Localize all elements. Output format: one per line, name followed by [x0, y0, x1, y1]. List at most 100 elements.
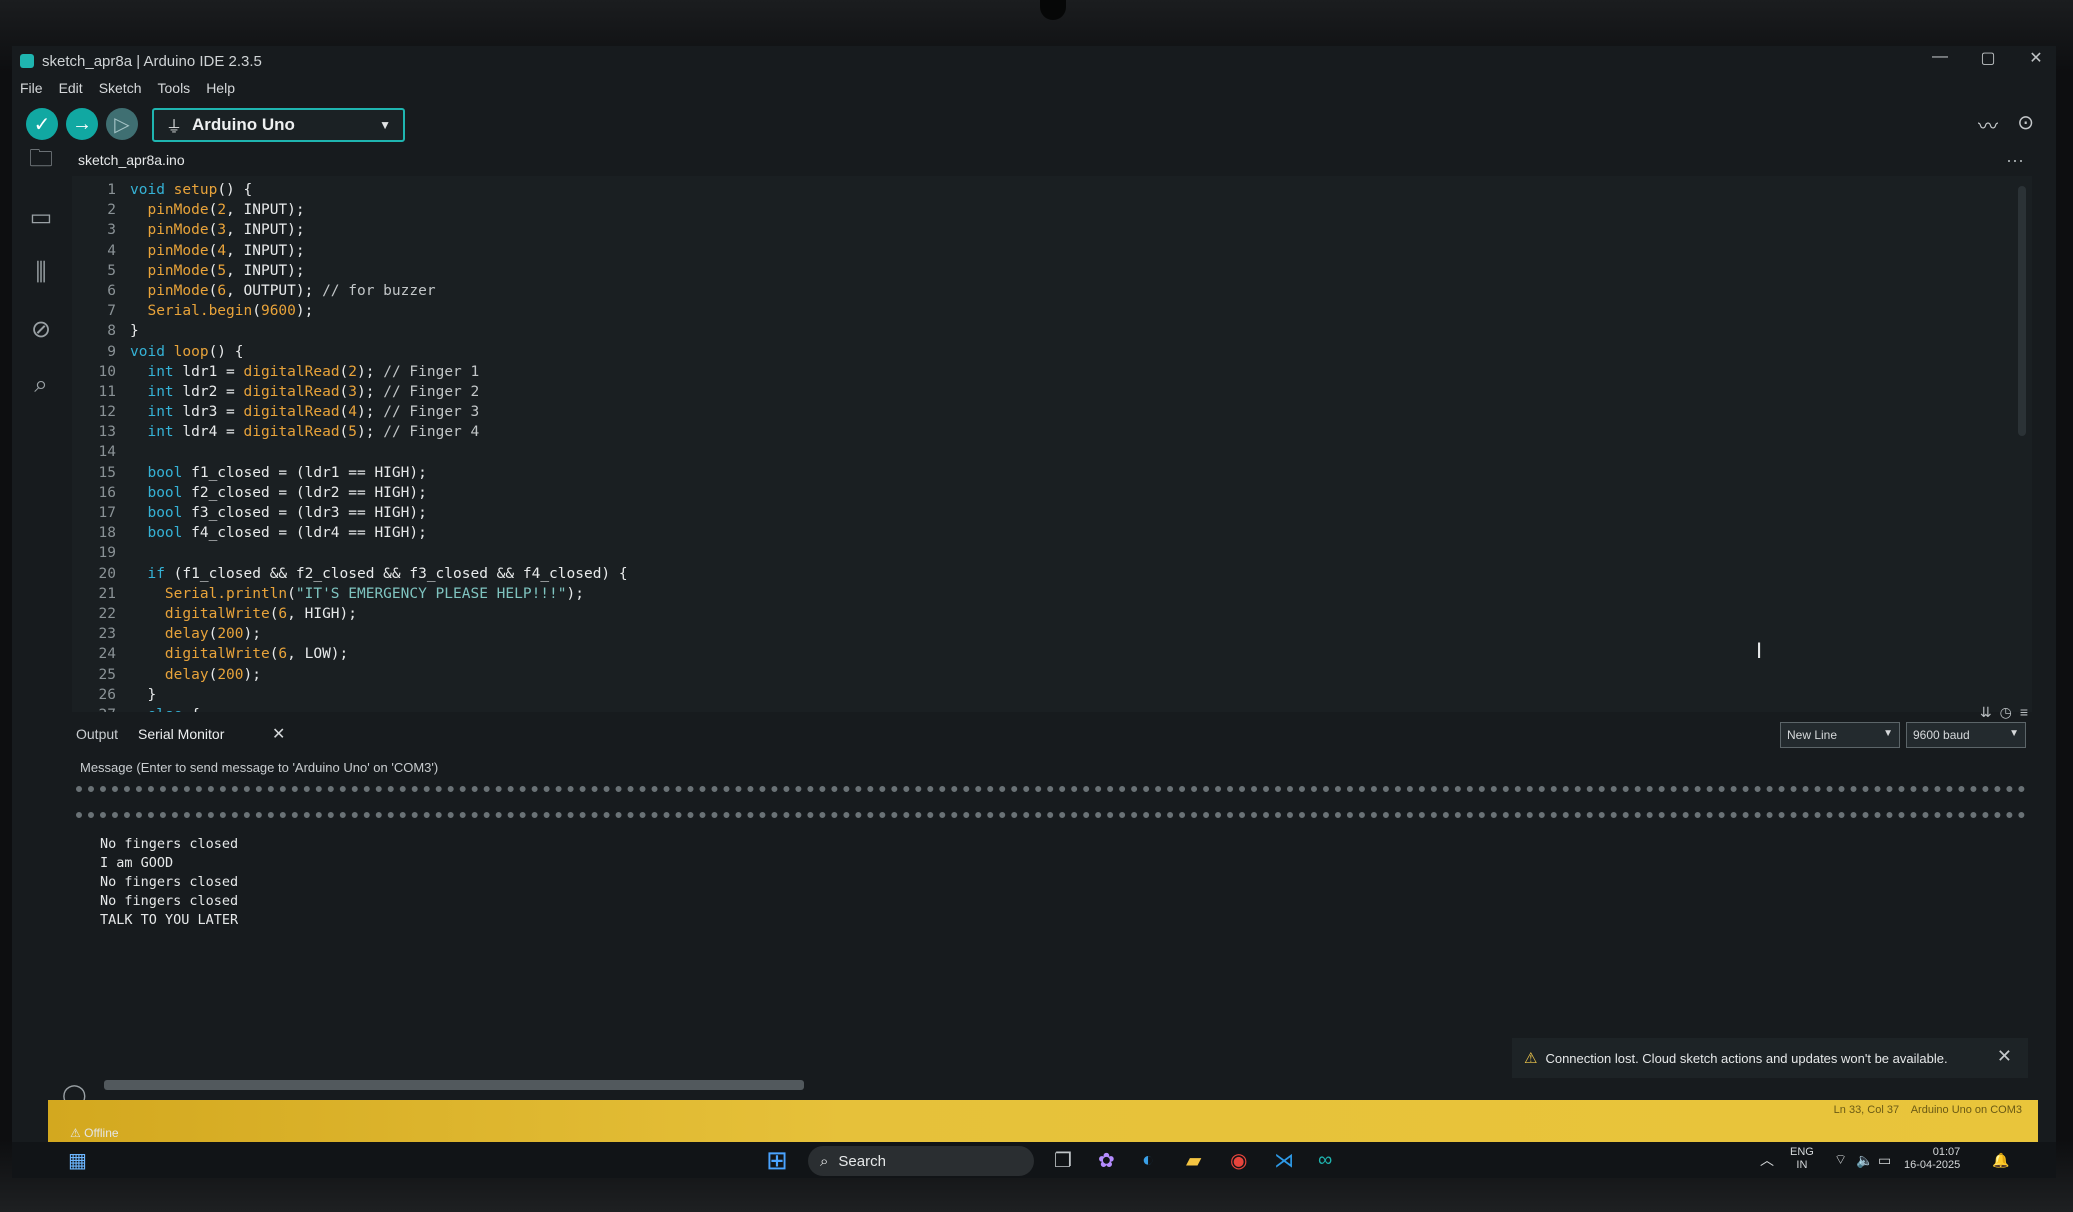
tray-chevron-icon[interactable]: ︿	[1760, 1146, 1774, 1174]
code-line: 13 int ldr4 = digitalRead(5); // Finger …	[72, 424, 628, 444]
close-tab-icon[interactable]: ✕	[272, 724, 285, 744]
offline-label: Offline	[84, 1126, 119, 1140]
menu-help[interactable]: Help	[206, 80, 235, 96]
code-line: 12 int ldr3 = digitalRead(4); // Finger …	[72, 404, 628, 424]
taskbar-search[interactable]: ⌕ Search	[808, 1146, 1034, 1176]
cursor-position: Ln 33, Col 37	[1833, 1104, 1900, 1116]
line-number: 25	[98, 666, 116, 683]
file-tab[interactable]: sketch_apr8a.ino	[78, 152, 185, 168]
line-number: 27	[72, 707, 130, 712]
close-notification-icon[interactable]: ✕	[1997, 1046, 2012, 1067]
editor-scrollbar[interactable]	[2018, 186, 2026, 436]
code-line: 5 pinMode(5, INPUT);	[72, 263, 628, 283]
line-number: 17	[98, 505, 116, 521]
widgets-icon[interactable]: ▦	[68, 1146, 87, 1174]
clock[interactable]: 01:07 16-04-2025	[1904, 1146, 1960, 1172]
baud-select[interactable]: 9600 baud ▼	[1906, 722, 2026, 748]
code-text: pinMode(5, INPUT);	[147, 262, 305, 279]
arduino-app-icon	[20, 54, 34, 68]
code-line: 1 void setup() {	[72, 182, 628, 202]
file-explorer-icon[interactable]: ▰	[1186, 1146, 1201, 1174]
arduino-taskbar-icon[interactable]: ∞	[1318, 1146, 1332, 1174]
code-text: int ldr4 = digitalRead(5); // Finger 4	[147, 424, 480, 441]
serial-monitor-icon[interactable]: ⊙	[2017, 110, 2034, 135]
baud-value: 9600 baud	[1913, 728, 1970, 742]
debug-button[interactable]: ▷	[106, 108, 138, 140]
code-line: 19	[72, 545, 628, 565]
line-ending-select[interactable]: New Line ▼	[1780, 722, 1900, 748]
debug-sidebar-icon[interactable]: ⊘	[26, 314, 56, 344]
code-text: Serial.begin(9600);	[147, 303, 314, 320]
line-number: 3	[107, 222, 116, 239]
board-selector[interactable]: ⏚ Arduino Uno ▼	[152, 108, 405, 142]
folder-icon[interactable]: 🗀	[26, 145, 56, 176]
tab-serial-monitor[interactable]: Serial Monitor	[138, 726, 224, 742]
serial-plotter-icon[interactable]: 〰	[1978, 110, 1998, 139]
line-number: 5	[107, 262, 116, 279]
wifi-icon[interactable]: ⌔	[1834, 1146, 1847, 1174]
chevron-down-icon: ▼	[379, 118, 391, 132]
search-icon[interactable]: ⌕	[26, 370, 56, 400]
line-number: 2	[107, 202, 116, 219]
line-number: 12	[98, 404, 116, 421]
menu-tools[interactable]: Tools	[158, 80, 191, 96]
code-editor[interactable]: 1 void setup() {2 pinMode(2, INPUT); 3 pin…	[72, 176, 2032, 712]
clock-date: 16-04-2025	[1904, 1159, 1961, 1171]
minimize-button[interactable]: —	[1930, 48, 1950, 68]
chrome-icon[interactable]: ◉	[1230, 1146, 1247, 1174]
code-text: int ldr3 = digitalRead(4); // Finger 3	[147, 404, 480, 421]
autoscroll-icon[interactable]: ⇊	[1980, 704, 1992, 721]
screen: sketch_apr8a | Arduino IDE 2.3.5 — ▢ ✕ F…	[12, 46, 2056, 1178]
code-line: 10 int ldr1 = digitalRead(2); // Finger …	[72, 364, 628, 384]
line-number: 1	[107, 182, 116, 198]
separator	[76, 786, 2026, 792]
clock-time: 01:07	[1932, 1146, 1961, 1158]
code-text: pinMode(6, OUTPUT); // for buzzer	[147, 282, 436, 299]
copilot-icon[interactable]: ✿	[1098, 1146, 1115, 1174]
task-view-icon[interactable]: ❐	[1054, 1146, 1072, 1174]
menu-file[interactable]: File	[20, 80, 43, 96]
upload-button[interactable]: →	[66, 108, 98, 140]
serial-output: No fingers closed I am GOOD No fingers clo…	[100, 836, 238, 931]
serial-line: No fingers closed	[100, 893, 239, 909]
edge-icon[interactable]: ◐	[1142, 1146, 1154, 1174]
panel-icons: ⇊ ◷ ≡	[1980, 704, 2028, 721]
line-number: 23	[98, 626, 116, 643]
line-number: 4	[107, 242, 116, 259]
clear-output-icon[interactable]: ≡	[2020, 704, 2028, 721]
code-text: bool f3_closed = (ldr3 == HIGH);	[147, 505, 427, 521]
code-text: }	[130, 323, 139, 340]
battery-icon[interactable]: ▭	[1878, 1146, 1891, 1174]
board-port[interactable]: Arduino Uno on COM3	[1911, 1104, 2022, 1116]
code-line: 8}	[72, 323, 628, 343]
code-text: delay(200);	[164, 666, 261, 683]
volume-icon[interactable]: 🔈	[1856, 1146, 1873, 1174]
serial-line: No fingers closed	[100, 836, 239, 852]
search-label: Search	[838, 1152, 886, 1170]
code-line: 3 pinMode(3, INPUT);	[72, 222, 628, 242]
start-icon[interactable]: ⊞	[766, 1145, 788, 1175]
more-options-icon[interactable]: ···	[2006, 150, 2024, 171]
timestamp-icon[interactable]: ◷	[2000, 704, 2012, 721]
vscode-icon[interactable]: ⋊	[1274, 1146, 1294, 1174]
chevron-down-icon: ▼	[1883, 728, 1893, 739]
verify-button[interactable]: ✓	[26, 108, 58, 140]
menu-edit[interactable]: Edit	[59, 80, 83, 96]
close-button[interactable]: ✕	[2026, 48, 2046, 68]
menu-sketch[interactable]: Sketch	[99, 80, 142, 96]
library-icon[interactable]: ⫼	[26, 258, 56, 288]
mouse-cursor: I	[1756, 638, 1763, 663]
notification-bell-icon[interactable]: 🔔	[1992, 1146, 2009, 1174]
code-line: 17 bool f3_closed = (ldr3 == HIGH);	[72, 505, 628, 525]
code-line: 2 pinMode(2, INPUT);	[72, 202, 628, 222]
boards-manager-icon[interactable]: ▭	[26, 202, 56, 232]
line-number: 13	[98, 424, 116, 441]
serial-horizontal-scrollbar[interactable]	[104, 1080, 804, 1090]
serial-message-input[interactable]: Message (Enter to send message to 'Ardui…	[76, 760, 2026, 782]
maximize-button[interactable]: ▢	[1978, 48, 1998, 68]
language-indicator[interactable]: ENG IN	[1790, 1146, 1814, 1172]
line-number: 14	[98, 444, 116, 461]
code-line: 6 pinMode(6, OUTPUT); // for buzzer	[72, 283, 628, 303]
warning-icon: ⚠	[1524, 1050, 1538, 1067]
tab-output[interactable]: Output	[76, 726, 118, 742]
